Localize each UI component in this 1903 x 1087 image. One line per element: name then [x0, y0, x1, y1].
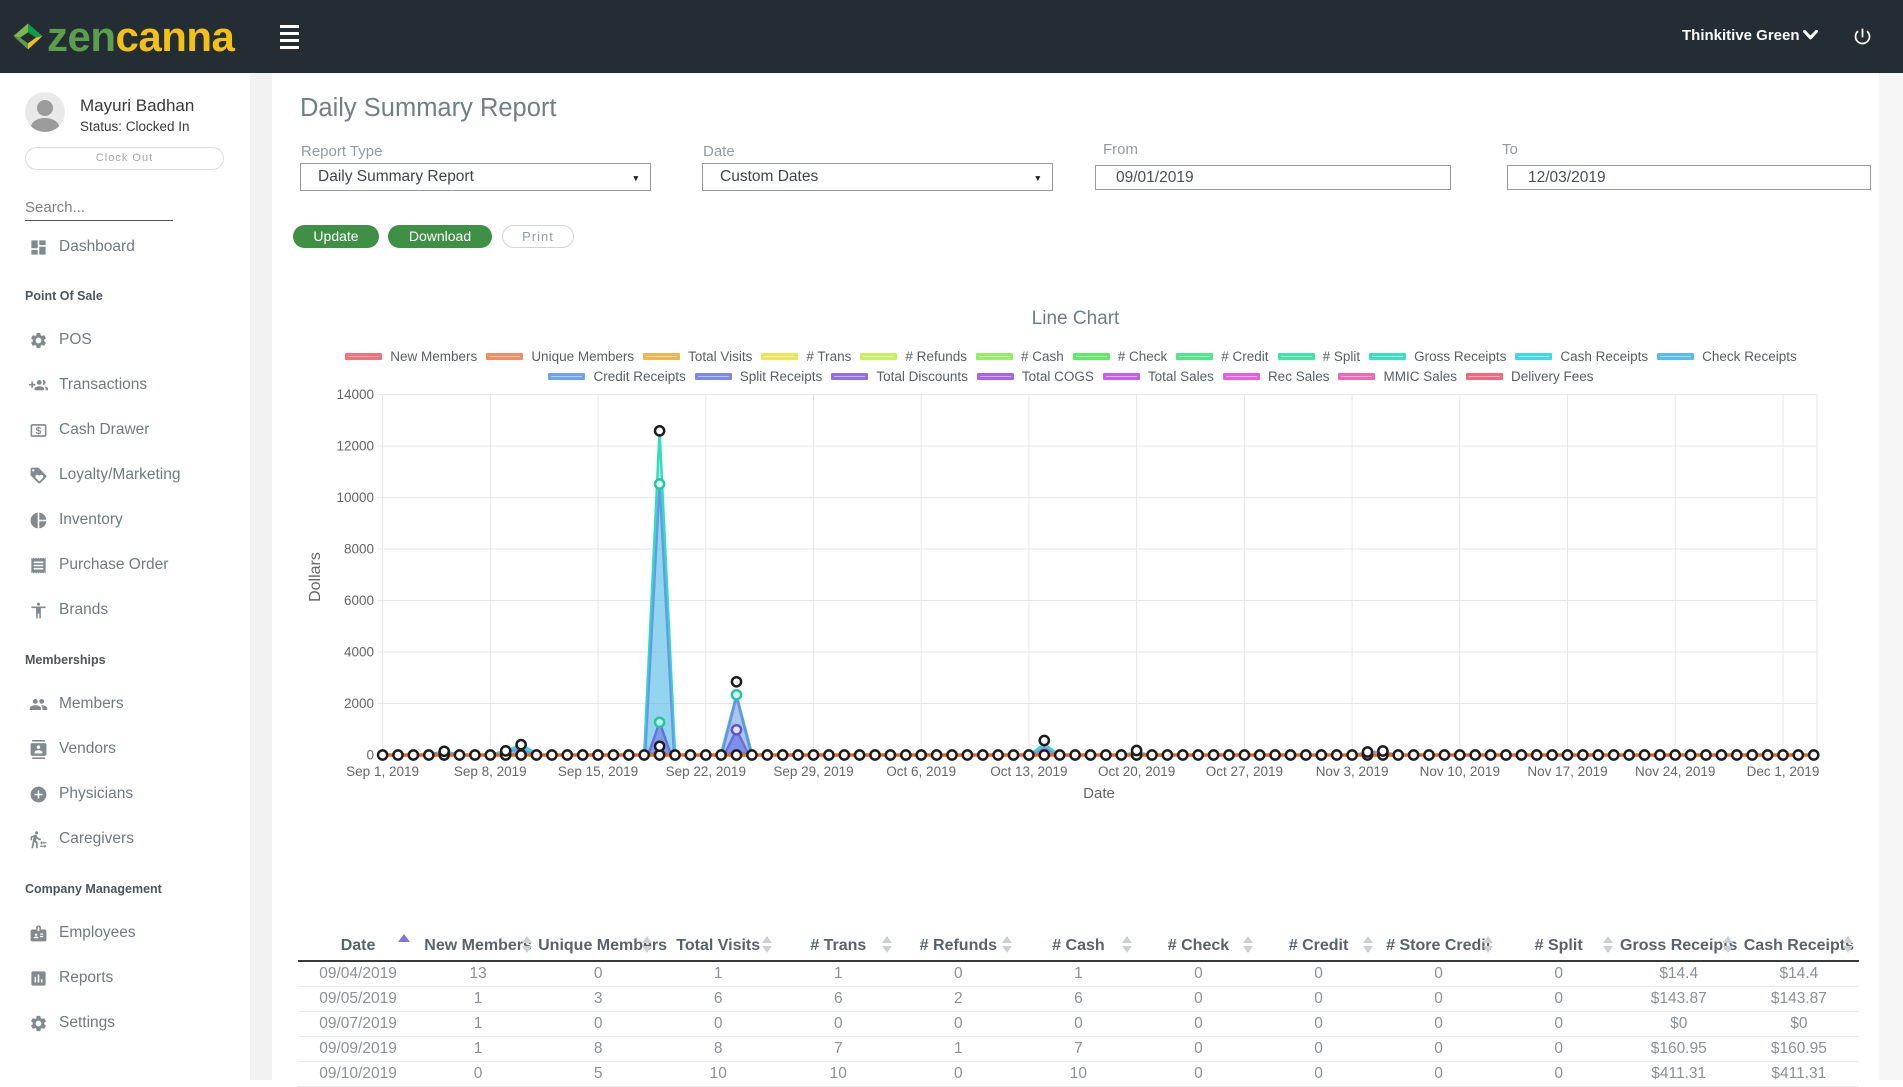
svg-text:Dollars: Dollars: [307, 552, 324, 602]
svg-text:Oct 20, 2019: Oct 20, 2019: [1098, 764, 1175, 779]
svg-text:Sep 29, 2019: Sep 29, 2019: [773, 764, 853, 779]
svg-text:12000: 12000: [336, 439, 374, 454]
svg-text:Nov 17, 2019: Nov 17, 2019: [1527, 764, 1607, 779]
svg-text:Sep 8, 2019: Sep 8, 2019: [454, 764, 527, 779]
svg-text:2000: 2000: [344, 696, 374, 711]
svg-text:4000: 4000: [344, 645, 374, 660]
svg-text:Date: Date: [1083, 785, 1115, 802]
svg-text:Sep 15, 2019: Sep 15, 2019: [558, 764, 638, 779]
svg-text:Nov 24, 2019: Nov 24, 2019: [1635, 764, 1715, 779]
svg-text:Nov 3, 2019: Nov 3, 2019: [1316, 764, 1389, 779]
svg-text:Oct 27, 2019: Oct 27, 2019: [1206, 764, 1283, 779]
svg-text:Sep 1, 2019: Sep 1, 2019: [346, 764, 419, 779]
svg-text:Dec 1, 2019: Dec 1, 2019: [1747, 764, 1820, 779]
svg-text:6000: 6000: [344, 593, 374, 608]
svg-text:Sep 22, 2019: Sep 22, 2019: [666, 764, 746, 779]
svg-text:Oct 6, 2019: Oct 6, 2019: [886, 764, 956, 779]
svg-text:8000: 8000: [344, 542, 374, 557]
svg-text:Oct 13, 2019: Oct 13, 2019: [990, 764, 1067, 779]
svg-text:10000: 10000: [336, 490, 374, 505]
svg-text:0: 0: [366, 748, 374, 763]
svg-text:Nov 10, 2019: Nov 10, 2019: [1420, 764, 1500, 779]
svg-text:14000: 14000: [336, 387, 374, 402]
